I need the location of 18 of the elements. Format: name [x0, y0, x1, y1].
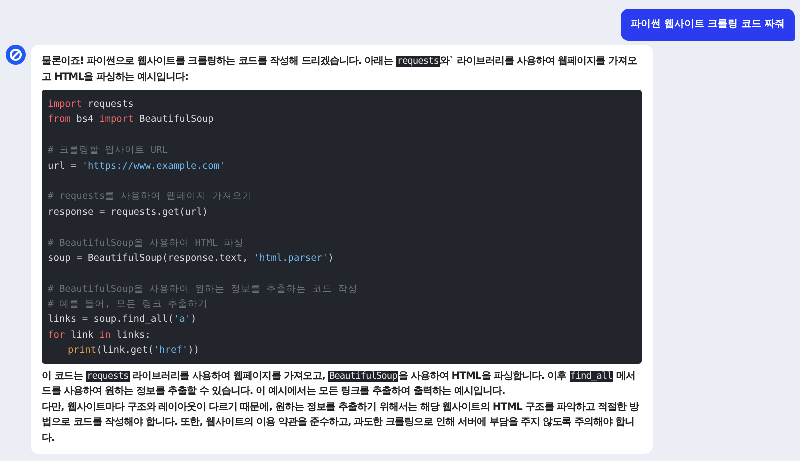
- user-message: 파이썬 웹사이트 크롤링 코드 짜줘: [621, 9, 795, 41]
- code-line: for link in links:: [48, 328, 151, 343]
- code-line: # 크롤링할 웹사이트 URL: [48, 144, 168, 158]
- code-line: print(link.get('href')): [67, 344, 200, 358]
- code-line: # 예를 들어, 모든 링크 추출하기: [48, 298, 208, 312]
- explanation-paragraph: 다만, 웹사이트마다 구조와 레이아웃이 다르기 때문에, 원하는 정보를 추출하기 위해서는 해당 웹사이트의 HTML 구조를 파악하고 적절한 방법으로 코드를 작성해야 합니다. 또한, 웹사이트의 이용 약관을 준수하고, 과도한 크롤링으로 인해 서버에 부담을 주지 않도록 주의해야 합니다.: [42, 400, 640, 446]
- explanation-paragraph: 이 코드는 requests 라이브러리를 사용하여 웹페이지를 가져오고, BeautifulSoup을 사용하여 HTML을 파싱합니다. 이후 find_all 메서드를 사용하여 원하는 정보를 추출할 수 있습니다. 이 예시에서는 모든 링크를 추출하여 출력하는 예시입니다.: [42, 370, 636, 400]
- code-line: response = requests.get(url): [48, 206, 208, 220]
- code-line: links = soup.find_all('a'): [48, 313, 197, 328]
- code-line: from bs4 import BeautifulSoup: [48, 113, 214, 128]
- code-line: # requests를 사용하여 웹페이지 가져오기: [48, 190, 252, 204]
- code-line: # BeautifulSoup을 사용하여 HTML 파싱: [48, 236, 244, 251]
- code-line: # BeautifulSoup을 사용하여 원하는 정보를 추출하는 코드 작성: [48, 282, 358, 297]
- code-line: soup = BeautifulSoup(response.text, 'html.parser'): [48, 252, 334, 266]
- avatar-icon: [6, 45, 26, 65]
- intro-paragraph: 물론이죠! 파이썬으로 웹사이트를 크롤링하는 코드를 작성해 드리겠습니다. 아래는 requests와` 라이브러리를 사용하여 웹페이지를 가져오고 HTML을 파싱하는 예시입니다:: [42, 55, 638, 84]
- code-line: url = 'https://www.example.com': [48, 160, 226, 174]
- code-line: import requests: [48, 98, 134, 112]
